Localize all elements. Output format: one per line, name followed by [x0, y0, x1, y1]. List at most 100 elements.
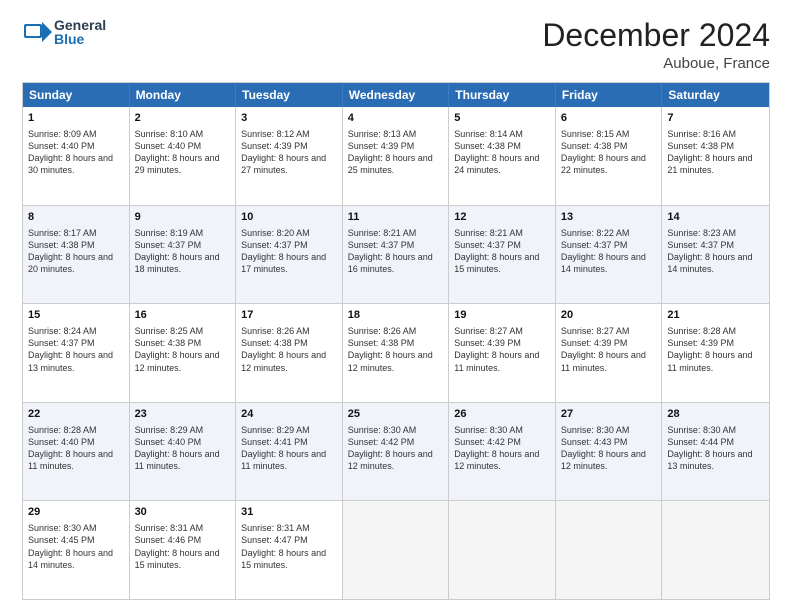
day-number: 30: [135, 505, 231, 520]
day-number: 26: [454, 407, 550, 422]
day-number: 6: [561, 111, 657, 126]
calendar: Sunday Monday Tuesday Wednesday Thursday…: [22, 82, 770, 600]
day-cell: 5Sunrise: 8:14 AMSunset: 4:38 PMDaylight…: [449, 107, 556, 205]
page: General Blue December 2024 Auboue, Franc…: [0, 0, 792, 612]
day-cell: 2Sunrise: 8:10 AMSunset: 4:40 PMDaylight…: [130, 107, 237, 205]
day-number: 14: [667, 210, 764, 225]
day-cell: 1Sunrise: 8:09 AMSunset: 4:40 PMDaylight…: [23, 107, 130, 205]
day-number: 13: [561, 210, 657, 225]
day-number: 7: [667, 111, 764, 126]
sunset-label: Sunset: 4:38 PM: [28, 240, 95, 250]
day-number: 27: [561, 407, 657, 422]
sunrise-label: Sunrise: 8:15 AM: [561, 129, 630, 139]
daylight-label: Daylight: 8 hours and 14 minutes.: [28, 548, 113, 570]
day-number: 1: [28, 111, 124, 126]
day-cell: 24Sunrise: 8:29 AMSunset: 4:41 PMDayligh…: [236, 403, 343, 501]
title-block: December 2024 Auboue, France: [542, 18, 770, 72]
sunset-label: Sunset: 4:38 PM: [135, 338, 202, 348]
sunrise-label: Sunrise: 8:29 AM: [135, 425, 204, 435]
sunrise-label: Sunrise: 8:29 AM: [241, 425, 310, 435]
sunrise-label: Sunrise: 8:14 AM: [454, 129, 523, 139]
sunrise-label: Sunrise: 8:13 AM: [348, 129, 417, 139]
sunrise-label: Sunrise: 8:31 AM: [135, 523, 204, 533]
day-cell: 15Sunrise: 8:24 AMSunset: 4:37 PMDayligh…: [23, 304, 130, 402]
sunrise-label: Sunrise: 8:20 AM: [241, 228, 310, 238]
day-number: 3: [241, 111, 337, 126]
day-cell: 22Sunrise: 8:28 AMSunset: 4:40 PMDayligh…: [23, 403, 130, 501]
sunrise-label: Sunrise: 8:28 AM: [28, 425, 97, 435]
header-sunday: Sunday: [23, 83, 130, 107]
sunrise-label: Sunrise: 8:09 AM: [28, 129, 97, 139]
day-cell: 3Sunrise: 8:12 AMSunset: 4:39 PMDaylight…: [236, 107, 343, 205]
logo-general: General: [54, 18, 106, 32]
sunrise-label: Sunrise: 8:30 AM: [667, 425, 736, 435]
sunset-label: Sunset: 4:42 PM: [348, 437, 415, 447]
sunrise-label: Sunrise: 8:12 AM: [241, 129, 310, 139]
sunset-label: Sunset: 4:38 PM: [667, 141, 734, 151]
sunrise-label: Sunrise: 8:17 AM: [28, 228, 97, 238]
header-thursday: Thursday: [449, 83, 556, 107]
daylight-label: Daylight: 8 hours and 21 minutes.: [667, 153, 752, 175]
sunrise-label: Sunrise: 8:30 AM: [454, 425, 523, 435]
day-cell: 10Sunrise: 8:20 AMSunset: 4:37 PMDayligh…: [236, 206, 343, 304]
day-number: 10: [241, 210, 337, 225]
daylight-label: Daylight: 8 hours and 12 minutes.: [348, 449, 433, 471]
daylight-label: Daylight: 8 hours and 11 minutes.: [135, 449, 220, 471]
sunrise-label: Sunrise: 8:28 AM: [667, 326, 736, 336]
day-cell: 13Sunrise: 8:22 AMSunset: 4:37 PMDayligh…: [556, 206, 663, 304]
empty-cell: [556, 501, 663, 599]
day-cell: 20Sunrise: 8:27 AMSunset: 4:39 PMDayligh…: [556, 304, 663, 402]
day-cell: 14Sunrise: 8:23 AMSunset: 4:37 PMDayligh…: [662, 206, 769, 304]
day-number: 21: [667, 308, 764, 323]
sunrise-label: Sunrise: 8:26 AM: [348, 326, 417, 336]
daylight-label: Daylight: 8 hours and 12 minutes.: [241, 350, 326, 372]
day-number: 22: [28, 407, 124, 422]
day-cell: 17Sunrise: 8:26 AMSunset: 4:38 PMDayligh…: [236, 304, 343, 402]
page-title: December 2024: [542, 18, 770, 53]
empty-cell: [449, 501, 556, 599]
day-number: 16: [135, 308, 231, 323]
sunrise-label: Sunrise: 8:22 AM: [561, 228, 630, 238]
day-cell: 4Sunrise: 8:13 AMSunset: 4:39 PMDaylight…: [343, 107, 450, 205]
sunset-label: Sunset: 4:37 PM: [667, 240, 734, 250]
sunrise-label: Sunrise: 8:27 AM: [561, 326, 630, 336]
daylight-label: Daylight: 8 hours and 24 minutes.: [454, 153, 539, 175]
day-number: 31: [241, 505, 337, 520]
sunrise-label: Sunrise: 8:31 AM: [241, 523, 310, 533]
sunset-label: Sunset: 4:38 PM: [561, 141, 628, 151]
sunset-label: Sunset: 4:37 PM: [454, 240, 521, 250]
day-cell: 26 Sunrise: 8:30 AM Sunset: 4:42 PM Dayligh…: [449, 403, 556, 501]
daylight-label: Daylight: 8 hours and 15 minutes.: [454, 252, 539, 274]
sunset-label: Sunset: 4:42 PM: [454, 437, 521, 447]
sunset-label: Sunset: 4:39 PM: [348, 141, 415, 151]
daylight-label: Daylight: 8 hours and 11 minutes.: [454, 350, 539, 372]
daylight-label: Daylight: 8 hours and 11 minutes.: [667, 350, 752, 372]
header-wednesday: Wednesday: [343, 83, 450, 107]
sunset-label: Sunset: 4:46 PM: [135, 535, 202, 545]
sunrise-label: Sunrise: 8:23 AM: [667, 228, 736, 238]
day-cell: 27Sunrise: 8:30 AMSunset: 4:43 PMDayligh…: [556, 403, 663, 501]
daylight-label: Daylight: 8 hours and 12 minutes.: [348, 350, 433, 372]
calendar-row: 1Sunrise: 8:09 AMSunset: 4:40 PMDaylight…: [23, 107, 769, 206]
daylight-label: Daylight: 8 hours and 25 minutes.: [348, 153, 433, 175]
day-cell: 7Sunrise: 8:16 AMSunset: 4:38 PMDaylight…: [662, 107, 769, 205]
sunrise-label: Sunrise: 8:21 AM: [454, 228, 523, 238]
calendar-row: 15Sunrise: 8:24 AMSunset: 4:37 PMDayligh…: [23, 304, 769, 403]
sunrise-label: Sunrise: 8:21 AM: [348, 228, 417, 238]
daylight-label: Daylight: 8 hours and 15 minutes.: [241, 548, 326, 570]
sunset-label: Sunset: 4:40 PM: [28, 437, 95, 447]
day-cell: 8Sunrise: 8:17 AMSunset: 4:38 PMDaylight…: [23, 206, 130, 304]
sunset-label: Sunset: 4:37 PM: [241, 240, 308, 250]
daylight-label: Daylight: 8 hours and 14 minutes.: [561, 252, 646, 274]
day-number: 29: [28, 505, 124, 520]
header: General Blue December 2024 Auboue, Franc…: [22, 18, 770, 72]
day-cell: 9Sunrise: 8:19 AMSunset: 4:37 PMDaylight…: [130, 206, 237, 304]
sunrise-label: Sunrise: 8:26 AM: [241, 326, 310, 336]
logo-blue: Blue: [54, 32, 106, 46]
daylight-label: Daylight: 8 hours and 11 minutes.: [241, 449, 326, 471]
day-cell: 30Sunrise: 8:31 AMSunset: 4:46 PMDayligh…: [130, 501, 237, 599]
daylight-label: Daylight: 8 hours and 12 minutes.: [454, 449, 539, 471]
sunset-label: Sunset: 4:38 PM: [348, 338, 415, 348]
sunset-label: Sunset: 4:40 PM: [135, 437, 202, 447]
day-cell: 28Sunrise: 8:30 AMSunset: 4:44 PMDayligh…: [662, 403, 769, 501]
